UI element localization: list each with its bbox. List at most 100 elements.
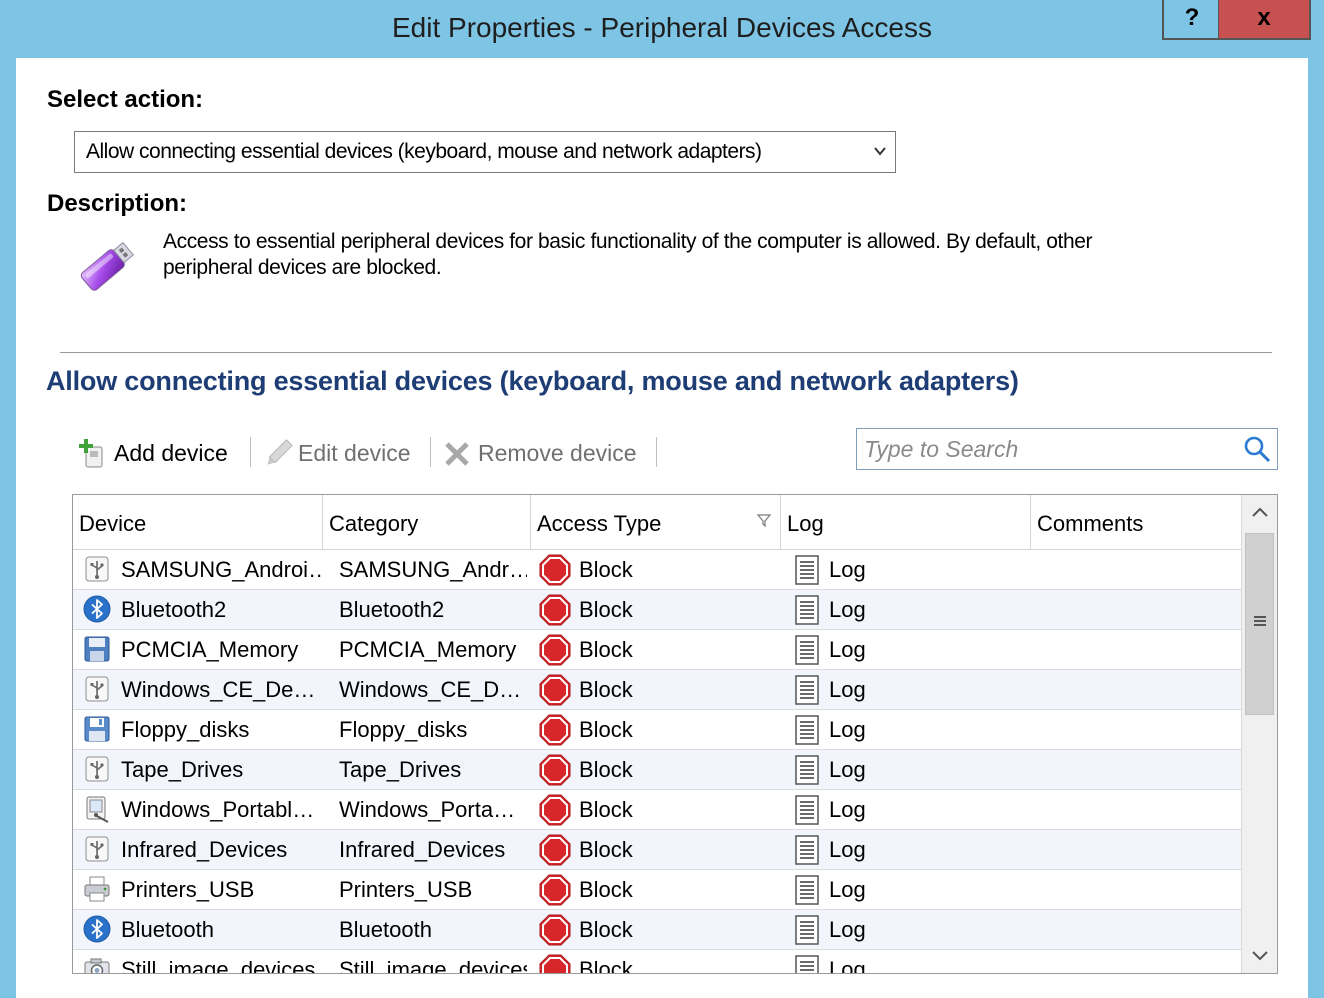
search-input[interactable]: [862, 432, 1236, 466]
log-cell: Log: [829, 877, 866, 902]
pencil-icon: [267, 439, 293, 465]
category-cell: Windows_Porta…: [339, 797, 516, 822]
usb-flash-drive-icon: [80, 241, 134, 291]
printer-icon: [84, 876, 110, 902]
comments-cell: [1037, 630, 1237, 669]
access-type-cell: Block: [579, 597, 633, 622]
block-icon: [539, 714, 571, 746]
log-document-icon: [795, 635, 819, 665]
category-cell: Floppy_disks: [339, 717, 468, 742]
comments-cell: [1037, 950, 1237, 973]
chevron-down-icon: [874, 147, 886, 156]
remove-icon: [445, 442, 469, 466]
column-header-access-type[interactable]: Access Type: [531, 495, 781, 549]
log-document-icon: [795, 715, 819, 745]
portable-device-icon: [86, 796, 109, 823]
usb-icon: [85, 556, 109, 582]
log-cell: Log: [829, 957, 866, 974]
comments-cell: [1037, 870, 1237, 909]
device-cell: Bluetooth: [121, 917, 214, 942]
log-cell: Log: [829, 757, 866, 782]
device-cell: Windows_CE_De…: [121, 677, 316, 702]
block-icon: [539, 754, 571, 786]
table-row[interactable]: Printers_USB Printers_USB Block Log: [73, 870, 1241, 910]
toolbar-separator: [656, 437, 657, 467]
log-document-icon: [795, 675, 819, 705]
log-cell: Log: [829, 717, 866, 742]
window-title: Edit Properties - Peripheral Devices Acc…: [392, 12, 932, 43]
log-cell: Log: [829, 637, 866, 662]
comments-cell: [1037, 670, 1237, 709]
block-icon: [539, 594, 571, 626]
block-icon: [539, 914, 571, 946]
access-type-cell: Block: [579, 797, 633, 822]
table-row[interactable]: Bluetooth2 Bluetooth2 Block Log: [73, 590, 1241, 630]
access-type-cell: Block: [579, 877, 633, 902]
scrollbar-thumb[interactable]: [1245, 533, 1274, 715]
toolbar-separator: [250, 437, 251, 467]
add-device-label: Add device: [114, 440, 228, 466]
table-row[interactable]: Bluetooth Bluetooth Block Log: [73, 910, 1241, 950]
help-button[interactable]: ?: [1162, 0, 1222, 40]
access-type-cell: Block: [579, 557, 633, 582]
table-row[interactable]: Still_image_devices Still_image_devices Bl…: [73, 950, 1241, 974]
description-text: Access to essential peripheral devices f…: [163, 230, 1093, 279]
category-cell: Printers_USB: [339, 877, 473, 902]
search-icon[interactable]: [1243, 435, 1271, 463]
vertical-scrollbar[interactable]: [1241, 495, 1278, 973]
memory-card-icon: [84, 636, 110, 662]
table-row[interactable]: Floppy_disks Floppy_disks Block Log: [73, 710, 1241, 750]
device-cell: Still_image_devices: [121, 957, 316, 974]
table-row[interactable]: Infrared_Devices Infrared_Devices Block Log: [73, 830, 1241, 870]
block-icon: [539, 634, 571, 666]
add-device-icon: [79, 439, 103, 468]
close-button[interactable]: x: [1218, 0, 1311, 40]
comments-cell: [1037, 830, 1237, 869]
category-cell: Infrared_Devices: [339, 837, 506, 862]
bluetooth-icon: [83, 915, 111, 943]
table-row[interactable]: Windows_CE_De… Windows_CE_D… Block Log: [73, 670, 1241, 710]
log-cell: Log: [829, 557, 866, 582]
block-icon: [539, 674, 571, 706]
category-cell: Tape_Drives: [339, 757, 462, 782]
column-header-category[interactable]: Category: [323, 495, 531, 549]
access-type-cell: Block: [579, 637, 633, 662]
action-dropdown[interactable]: Allow connecting essential devices (keyb…: [74, 131, 896, 173]
category-cell: Windows_CE_D…: [339, 677, 522, 702]
category-cell: PCMCIA_Memory: [339, 637, 517, 662]
table-header: Device Category Access Type Log Comments: [73, 495, 1241, 550]
device-cell: Floppy_disks: [121, 717, 250, 742]
floppy-disk-icon: [84, 716, 110, 742]
log-document-icon: [795, 795, 819, 825]
device-cell: Bluetooth2: [121, 597, 227, 622]
block-icon: [539, 794, 571, 826]
device-cell: Windows_Portabl…: [121, 797, 315, 822]
log-document-icon: [795, 555, 819, 585]
log-document-icon: [795, 955, 819, 973]
device-cell: Infrared_Devices: [121, 837, 288, 862]
column-header-access-type-label: Access Type: [537, 511, 662, 536]
search-box[interactable]: [856, 428, 1278, 470]
table-row[interactable]: Tape_Drives Tape_Drives Block Log: [73, 750, 1241, 790]
table-row[interactable]: SAMSUNG_Androi… SAMSUNG_Andr… Block Log: [73, 550, 1241, 590]
filter-icon[interactable]: [757, 513, 771, 527]
table-row[interactable]: PCMCIA_Memory PCMCIA_Memory Block Log: [73, 630, 1241, 670]
column-header-device[interactable]: Device: [73, 495, 323, 549]
block-icon: [539, 834, 571, 866]
table-row[interactable]: Windows_Portabl… Windows_Porta… Block Log: [73, 790, 1241, 830]
description-label: Description:: [47, 190, 188, 217]
select-action-label: Select action:: [47, 86, 204, 113]
grip-icon: [1254, 616, 1266, 626]
log-cell: Log: [829, 797, 866, 822]
block-icon: [539, 874, 571, 906]
column-header-comments[interactable]: Comments: [1031, 495, 1241, 549]
scroll-up-icon[interactable]: [1242, 495, 1278, 531]
column-header-log[interactable]: Log: [781, 495, 1031, 549]
scroll-down-icon[interactable]: [1242, 937, 1278, 973]
access-type-cell: Block: [579, 717, 633, 742]
category-cell: Still_image_devices: [339, 957, 527, 974]
comments-cell: [1037, 750, 1237, 789]
log-cell: Log: [829, 917, 866, 942]
action-dropdown-value: Allow connecting essential devices (keyb…: [86, 140, 762, 163]
log-document-icon: [795, 875, 819, 905]
